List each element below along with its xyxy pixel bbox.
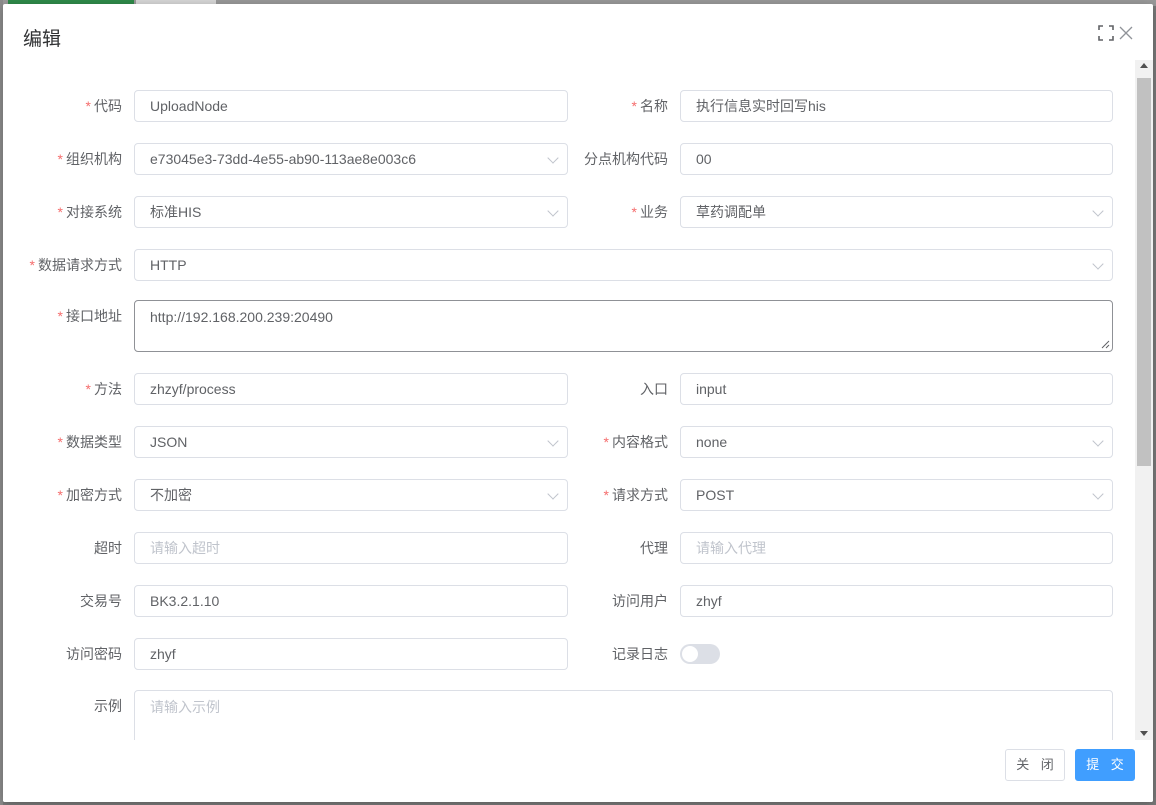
- trade-no-label: 交易号: [80, 593, 122, 609]
- chevron-down-icon: [1092, 488, 1104, 500]
- content-format-label: * 内容格式: [603, 434, 668, 450]
- dialog-footer: 关 闭 提 交: [3, 740, 1153, 802]
- branch-code-label: 分点机构代码: [584, 151, 668, 167]
- encryption-select[interactable]: 不加密: [134, 479, 568, 511]
- request-method-label: * 请求方式: [603, 487, 668, 503]
- branch-code-input[interactable]: 00: [680, 143, 1113, 175]
- dialog-title: 编辑: [23, 29, 62, 50]
- entry-label: 入口: [640, 381, 668, 397]
- endpoint-label: * 接口地址: [57, 308, 122, 324]
- vertical-scrollbar[interactable]: [1135, 60, 1153, 740]
- chevron-down-icon: [1092, 435, 1104, 447]
- fullscreen-icon[interactable]: [1097, 25, 1115, 43]
- scrollbar-thumb[interactable]: [1137, 78, 1151, 466]
- content-format-select[interactable]: none: [680, 426, 1113, 458]
- dialog-body: * 代码 UploadNode * 名称 执行信息实时回写his * 组织机构 e73…: [3, 60, 1137, 740]
- submit-button[interactable]: 提 交: [1075, 749, 1135, 781]
- encryption-label: * 加密方式: [57, 487, 122, 503]
- proxy-label: 代理: [640, 540, 668, 556]
- business-select[interactable]: 草药调配单: [680, 196, 1113, 228]
- endpoint-textarea[interactable]: http://192.168.200.239:20490: [134, 300, 1113, 352]
- data-type-label: * 数据类型: [57, 434, 122, 450]
- trade-no-input[interactable]: BK3.2.1.10: [134, 585, 568, 617]
- example-label: 示例: [94, 698, 122, 714]
- request-mode-select[interactable]: HTTP: [134, 249, 1113, 281]
- name-input[interactable]: 执行信息实时回写his: [680, 90, 1113, 122]
- access-user-label: 访问用户: [612, 593, 668, 609]
- system-label: * 对接系统: [57, 204, 122, 220]
- edit-dialog: 编辑 * 代码 UploadNode * 名称 执行信息实时回写his * 组织机构 …: [3, 4, 1153, 802]
- resize-grip-icon[interactable]: [1101, 340, 1110, 349]
- request-method-select[interactable]: POST: [680, 479, 1113, 511]
- timeout-input[interactable]: 请输入超时: [134, 532, 568, 564]
- close-button[interactable]: 关 闭: [1005, 749, 1065, 781]
- access-password-input[interactable]: zhyf: [134, 638, 568, 670]
- access-password-label: 访问密码: [66, 646, 122, 662]
- org-select[interactable]: e73045e3-73dd-4e55-ab90-113ae8e003c6: [134, 143, 568, 175]
- chevron-down-icon: [1092, 258, 1104, 270]
- code-input[interactable]: UploadNode: [134, 90, 568, 122]
- access-user-input[interactable]: zhyf: [680, 585, 1113, 617]
- business-label: * 业务: [631, 204, 668, 220]
- proxy-input[interactable]: 请输入代理: [680, 532, 1113, 564]
- chevron-down-icon: [1092, 205, 1104, 217]
- method-label: * 方法: [85, 381, 122, 397]
- log-record-label: 记录日志: [612, 646, 668, 662]
- name-label: * 名称: [631, 98, 668, 114]
- method-input[interactable]: zhzyf/process: [134, 373, 568, 405]
- scroll-up-icon[interactable]: [1140, 63, 1148, 68]
- scroll-down-icon[interactable]: [1140, 731, 1148, 736]
- close-icon[interactable]: [1117, 25, 1135, 43]
- timeout-label: 超时: [94, 540, 122, 556]
- org-label: * 组织机构: [57, 151, 122, 167]
- log-record-switch[interactable]: [680, 644, 720, 664]
- data-type-select[interactable]: JSON: [134, 426, 568, 458]
- example-textarea[interactable]: 请输入示例: [134, 690, 1113, 740]
- request-mode-label: * 数据请求方式: [29, 257, 122, 273]
- code-label: * 代码: [85, 98, 122, 114]
- switch-knob: [682, 646, 698, 662]
- system-select[interactable]: 标准HIS: [134, 196, 568, 228]
- entry-input[interactable]: input: [680, 373, 1113, 405]
